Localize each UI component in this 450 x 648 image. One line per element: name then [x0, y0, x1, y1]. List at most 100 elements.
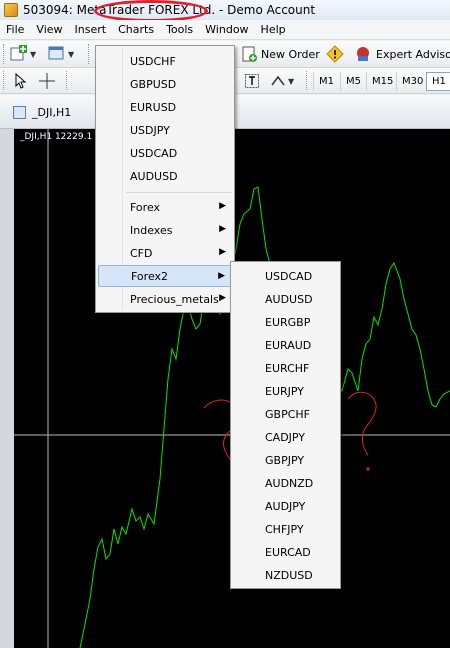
timeframe-m1[interactable]: M1 — [313, 72, 339, 91]
symbol-eurjpy[interactable]: EURJPY — [233, 380, 338, 402]
menu-bar: File View Insert Charts Tools Window Hel… — [0, 20, 450, 40]
question-mark-dot-annotation — [366, 467, 370, 471]
new-chart-button[interactable]: ▼ — [10, 43, 36, 65]
toolbar-grip[interactable] — [66, 71, 69, 90]
text-label-icon — [245, 74, 259, 88]
crosshair-icon — [39, 73, 55, 89]
submenu-arrow-icon: ▶ — [219, 293, 226, 303]
menu-item-label: EURGBP — [265, 315, 311, 329]
app-icon — [4, 3, 18, 17]
expert-advisors-button[interactable]: Expert Advisors — [354, 43, 450, 65]
arrows-icon — [271, 75, 285, 86]
symbol-eurusd[interactable]: EURUSD — [98, 96, 232, 118]
alert-button[interactable] — [326, 43, 344, 65]
symbol-usdchf[interactable]: USDCHF — [98, 50, 232, 72]
timeframe-m30[interactable]: M30 — [396, 72, 428, 91]
menu-item-label: GBPUSD — [130, 77, 177, 91]
metatrader-window: 503094: MetaTrader FOREX Ltd. - Demo Acc… — [0, 0, 450, 648]
menu-item-label: AUDUSD — [265, 292, 313, 306]
menu-item-label: EURAUD — [265, 338, 312, 352]
group-indexes[interactable]: Indexes ▶ — [98, 219, 232, 241]
toolbar-grip[interactable] — [3, 71, 6, 90]
symbol-gbpusd[interactable]: GBPUSD — [98, 73, 232, 95]
menu-insert[interactable]: Insert — [69, 23, 113, 36]
menu-file[interactable]: File — [0, 23, 30, 36]
symbol-cadjpy[interactable]: CADJPY — [233, 426, 338, 448]
symbol-audjpy[interactable]: AUDJPY — [233, 495, 338, 517]
submenu-arrow-icon: ▶ — [219, 201, 226, 211]
menu-item-label: USDCAD — [130, 146, 178, 160]
menu-item-label: Indexes — [130, 223, 173, 237]
group-precious-metals[interactable]: Precious_metals ▶ — [98, 288, 232, 310]
new-chart-icon — [10, 45, 27, 61]
menu-item-label: AUDJPY — [265, 499, 306, 513]
expert-advisors-icon — [357, 47, 369, 61]
chart-window-icon — [13, 106, 26, 119]
toolbar-grip[interactable] — [3, 44, 6, 64]
profiles-button[interactable]: ▼ — [48, 43, 74, 65]
chart-symbol-label: _DJI,H1 12229.1 — [20, 132, 93, 142]
menu-item-label: USDJPY — [130, 123, 170, 137]
symbol-usdjpy[interactable]: USDJPY — [98, 119, 232, 141]
menu-item-label: USDCHF — [130, 54, 176, 68]
cursor-button[interactable] — [12, 70, 28, 92]
timeframe-m5[interactable]: M5 — [340, 72, 366, 91]
submenu-arrow-icon: ▶ — [219, 247, 226, 257]
symbol-eurchf[interactable]: EURCHF — [233, 357, 338, 379]
question-mark-annotation — [347, 391, 377, 456]
cursor-arrow-icon — [15, 73, 27, 89]
menu-view[interactable]: View — [30, 23, 68, 36]
menu-item-label: AUDUSD — [130, 169, 178, 183]
symbol-audusd[interactable]: AUDUSD — [98, 165, 232, 187]
group-forex2[interactable]: Forex2 ▶ — [98, 265, 232, 287]
group-cfd[interactable]: CFD ▶ — [98, 242, 232, 264]
menu-item-label: EURUSD — [130, 100, 177, 114]
group-forex[interactable]: Forex ▶ — [98, 196, 232, 218]
menu-item-label: CHFJPY — [265, 522, 304, 536]
menu-help[interactable]: Help — [255, 23, 292, 36]
symbol-gbpchf[interactable]: GBPCHF — [233, 403, 338, 425]
menu-charts[interactable]: Charts — [112, 23, 160, 36]
symbol-eurcad[interactable]: EURCAD — [233, 541, 338, 563]
symbol-eurgbp[interactable]: EURGBP — [233, 311, 338, 333]
menu-item-label: NZDUSD — [265, 568, 313, 582]
crosshair-button[interactable] — [38, 70, 56, 92]
new-order-button[interactable]: New Order — [240, 43, 320, 65]
toolbar-grip[interactable] — [306, 71, 309, 90]
chevron-down-icon[interactable]: ▼ — [68, 50, 74, 59]
timeframe-m15[interactable]: M15 — [366, 72, 398, 91]
menu-item-label: GBPJPY — [265, 453, 305, 467]
submenu-arrow-icon: ▶ — [218, 271, 225, 281]
text-label-button[interactable] — [244, 70, 260, 92]
menu-item-label: CADJPY — [265, 430, 306, 444]
toolbar-grip[interactable] — [88, 44, 91, 64]
new-order-label: New Order — [261, 47, 320, 61]
symbol-euraud[interactable]: EURAUD — [233, 334, 338, 356]
new-order-icon — [242, 46, 257, 62]
menu-item-label: Precious_metals — [130, 292, 219, 306]
forex2-submenu: USDCAD AUDUSD EURGBP EURAUD EURCHF EURJP… — [230, 261, 341, 589]
menu-item-label: EURCAD — [265, 545, 311, 559]
menu-item-label: EURCHF — [265, 361, 310, 375]
timeframe-h1[interactable]: H1 — [426, 72, 450, 91]
symbol-nzdusd[interactable]: NZDUSD — [233, 564, 338, 586]
menu-item-label: Forex — [130, 200, 161, 214]
symbol-usdcad[interactable]: USDCAD — [233, 265, 338, 287]
symbol-usdcad[interactable]: USDCAD — [98, 142, 232, 164]
menu-item-label: USDCAD — [265, 269, 313, 283]
symbol-chfjpy[interactable]: CHFJPY — [233, 518, 338, 540]
menu-tools[interactable]: Tools — [160, 23, 199, 36]
menu-window[interactable]: Window — [199, 23, 254, 36]
menu-separator — [126, 192, 232, 193]
symbol-audusd[interactable]: AUDUSD — [233, 288, 338, 310]
profiles-icon — [48, 46, 64, 60]
chevron-down-icon[interactable]: ▼ — [30, 50, 36, 59]
symbol-gbpjpy[interactable]: GBPJPY — [233, 449, 338, 471]
chart-tab-title: _DJI,H1 — [32, 106, 72, 119]
symbol-audnzd[interactable]: AUDNZD — [233, 472, 338, 494]
chevron-down-icon[interactable]: ▼ — [288, 77, 294, 86]
warning-icon — [326, 45, 344, 63]
title-bar: 503094: MetaTrader FOREX Ltd. - Demo Acc… — [0, 0, 450, 20]
symbols-menu: USDCHF GBPUSD EURUSD USDJPY USDCAD AUDUS… — [95, 45, 235, 313]
arrows-button[interactable]: ▼ — [270, 70, 294, 92]
